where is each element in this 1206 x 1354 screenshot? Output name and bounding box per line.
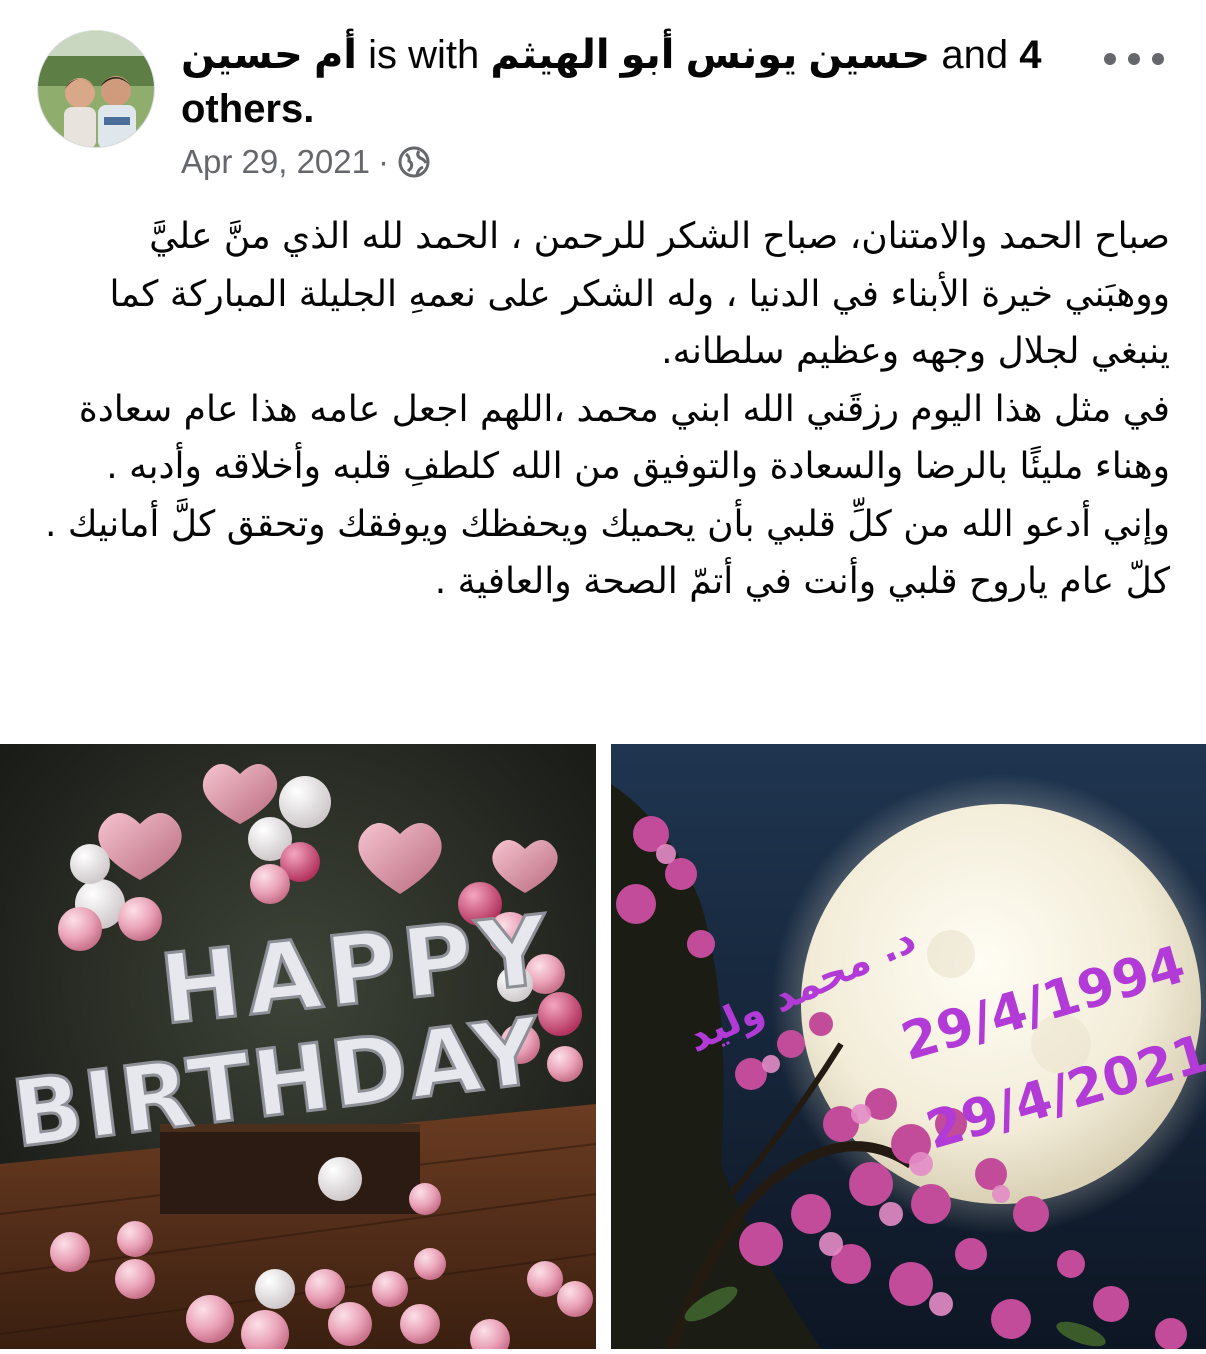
post-meta: Apr 29, 2021 ·: [181, 143, 431, 181]
author-name[interactable]: أم حسين: [181, 33, 357, 77]
avatar[interactable]: [37, 30, 155, 148]
and-text: and: [941, 33, 1009, 77]
birthday-balloons-photo[interactable]: HAPPY BIRTHDAY: [0, 744, 596, 1349]
post-header: أم حسين is with حسين يونس أبو الهيثم and…: [181, 28, 1081, 136]
meta-separator: ·: [377, 143, 389, 180]
tagged-person[interactable]: حسين يونس أبو الهيثم: [490, 33, 930, 77]
others-count[interactable]: 4: [1019, 33, 1041, 77]
moon-photo[interactable]: د. محمد وليد 29/4/1994 29/4/2021: [611, 744, 1206, 1349]
more-options-icon[interactable]: [1104, 42, 1164, 76]
others-link[interactable]: others.: [181, 87, 314, 131]
post-paragraph-3: وإني أدعو الله من كلِّ قلبي بأن يحميك وي…: [45, 503, 1170, 545]
post-body: صباح الحمد والامتنان، صباح الشكر للرحمن …: [40, 208, 1170, 611]
with-text: is with: [368, 33, 480, 77]
post-attribution: أم حسين is with حسين يونس أبو الهيثم and…: [181, 28, 1081, 82]
photo-grid: HAPPY BIRTHDAY د. محمد وليد 29/4/1994 29…: [0, 744, 1206, 1354]
post-paragraph-4: كلّ عام ياروح قلبي وأنت في أتمّ الصحة وا…: [434, 561, 1170, 602]
facebook-post: أم حسين is with حسين يونس أبو الهيثم and…: [0, 0, 1206, 1354]
post-paragraph-1: صباح الحمد والامتنان، صباح الشكر للرحمن …: [109, 216, 1170, 372]
post-date[interactable]: Apr 29, 2021: [181, 143, 370, 181]
globe-icon[interactable]: [397, 145, 431, 179]
post-paragraph-2: في مثل هذا اليوم رزقَني الله ابني محمد ،…: [78, 388, 1170, 488]
